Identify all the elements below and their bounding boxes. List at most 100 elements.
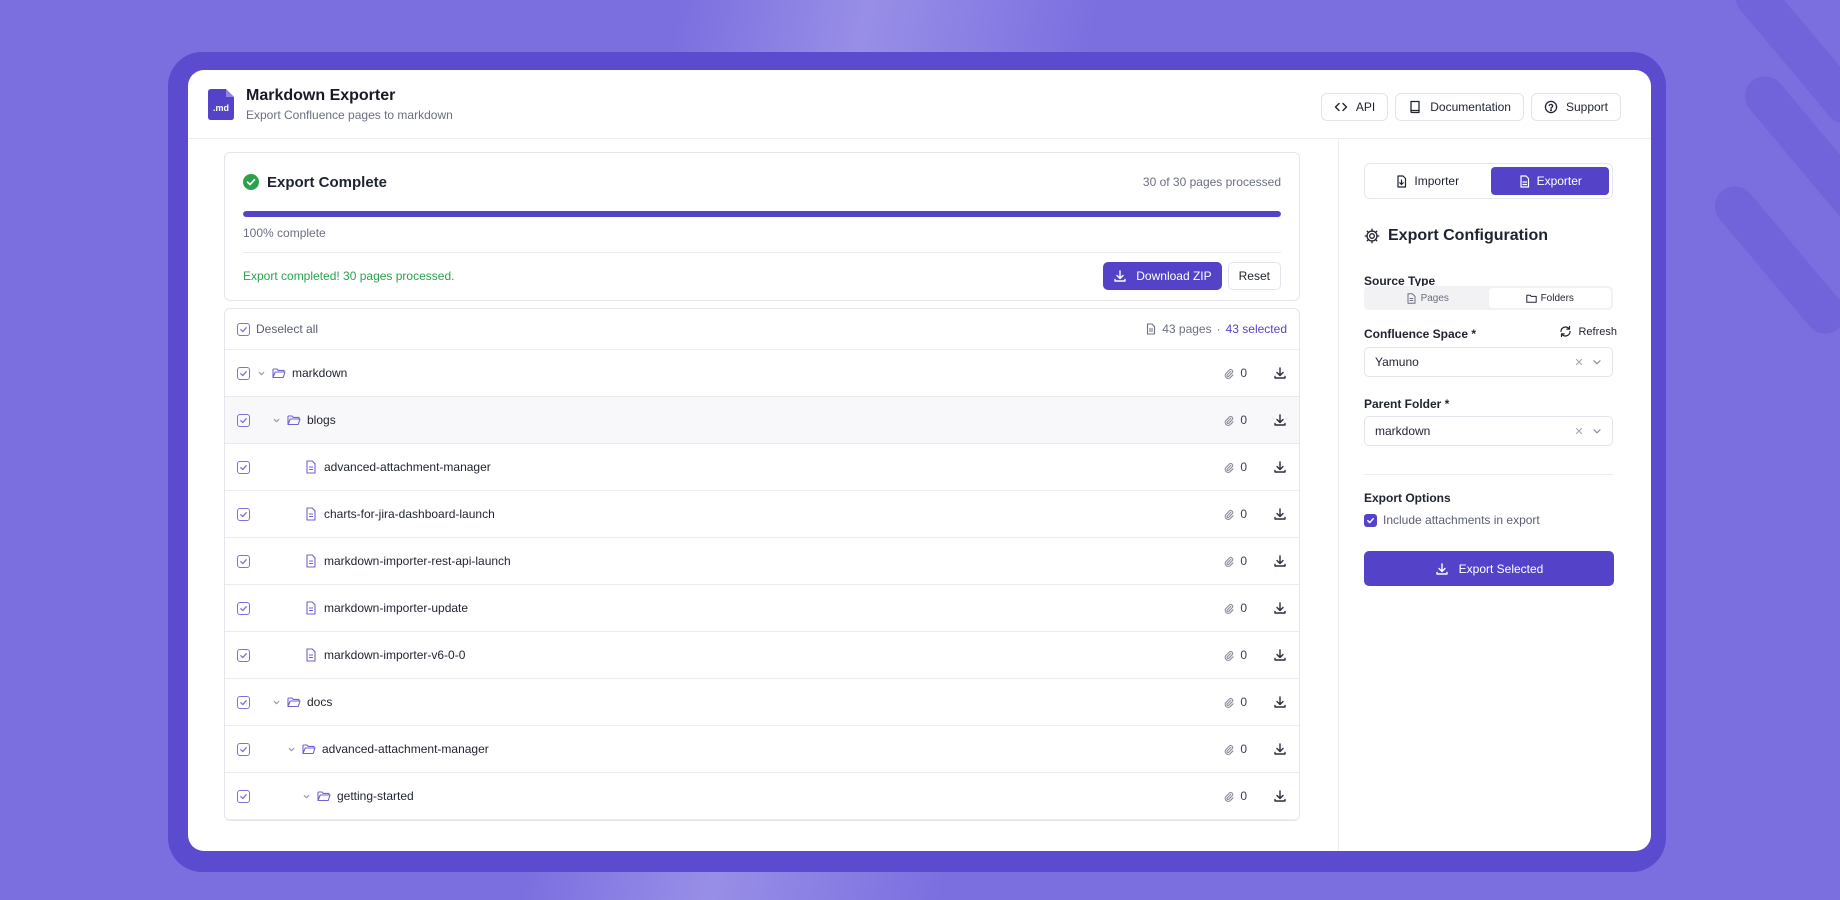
download-icon[interactable]: [1273, 366, 1287, 380]
source-type-toggle: Pages Folders: [1364, 286, 1613, 310]
tree-row-page[interactable]: markdown-importer-update 0: [225, 585, 1299, 632]
deselect-all-checkbox[interactable]: [237, 322, 250, 336]
row-download-button[interactable]: [1253, 366, 1287, 380]
download-icon[interactable]: [1273, 789, 1287, 803]
chevron-down-icon[interactable]: [1592, 426, 1602, 436]
expand-toggle[interactable]: [286, 744, 296, 754]
check-icon: [240, 370, 247, 376]
expand-toggle[interactable]: [271, 415, 281, 425]
tree-row-page[interactable]: markdown-importer-rest-api-launch 0: [225, 538, 1299, 585]
attachment-count: 0: [1240, 507, 1247, 521]
deselect-all-label[interactable]: Deselect all: [256, 322, 318, 336]
tree-row-page[interactable]: charts-for-jira-dashboard-launch 0: [225, 491, 1299, 538]
tree-row-folder[interactable]: blogs 0: [225, 397, 1299, 444]
tree-row-page[interactable]: markdown-importer-v6-0-0 0: [225, 632, 1299, 679]
row-checkbox[interactable]: [237, 507, 250, 521]
include-attachments-option[interactable]: Include attachments in export: [1364, 513, 1540, 527]
support-button[interactable]: Support: [1530, 93, 1621, 121]
download-icon[interactable]: [1273, 648, 1287, 662]
clear-icon[interactable]: [1574, 357, 1584, 367]
download-icon[interactable]: [1273, 507, 1287, 521]
download-icon[interactable]: [1273, 460, 1287, 474]
include-attachments-checkbox[interactable]: [1364, 513, 1377, 527]
tree-row-folder[interactable]: docs 0: [225, 679, 1299, 726]
check-icon: [240, 699, 247, 705]
paperclip-icon: [1225, 509, 1234, 520]
download-icon[interactable]: [1273, 413, 1287, 427]
attachment-count: 0: [1240, 554, 1247, 568]
row-checkbox[interactable]: [237, 648, 250, 662]
tree-row-folder[interactable]: getting-started 0: [225, 773, 1299, 820]
row-checkbox[interactable]: [237, 366, 250, 380]
documentation-button[interactable]: Documentation: [1395, 93, 1524, 121]
folder-open-icon: [272, 368, 286, 379]
download-zip-button[interactable]: Download ZIP: [1103, 262, 1222, 290]
paperclip-icon: [1225, 697, 1234, 708]
tree-row-page[interactable]: advanced-attachment-manager 0: [225, 444, 1299, 491]
expand-toggle[interactable]: [271, 697, 281, 707]
row-download-button[interactable]: [1253, 789, 1287, 803]
tab-exporter[interactable]: Exporter: [1490, 167, 1609, 195]
check-icon: [240, 746, 247, 752]
parent-folder-select[interactable]: markdown: [1364, 416, 1613, 446]
row-label: advanced-attachment-manager: [324, 460, 491, 474]
chevron-down-icon[interactable]: [302, 792, 311, 801]
progress-bar: [243, 211, 1281, 217]
row-checkbox[interactable]: [237, 460, 250, 474]
row-download-button[interactable]: [1253, 742, 1287, 756]
download-zip-label: Download ZIP: [1136, 269, 1212, 283]
check-icon: [240, 652, 247, 658]
row-download-button[interactable]: [1253, 507, 1287, 521]
check-icon: [240, 417, 247, 423]
row-checkbox[interactable]: [237, 554, 250, 568]
page-tree: Deselect all 43 pages · 43 selected mark…: [224, 308, 1300, 821]
row-checkbox[interactable]: [237, 742, 250, 756]
attachment-count: 0: [1240, 460, 1247, 474]
chevron-down-icon[interactable]: [272, 416, 281, 425]
tab-importer[interactable]: Importer: [1368, 167, 1487, 195]
row-checkbox[interactable]: [237, 601, 250, 615]
page-icon-wrap: [304, 507, 318, 521]
check-icon: [240, 464, 247, 470]
download-icon[interactable]: [1273, 742, 1287, 756]
confluence-space-select[interactable]: Yamuno: [1364, 347, 1613, 377]
refresh-button[interactable]: Refresh: [1559, 325, 1617, 338]
document-icon: [306, 601, 316, 615]
chevron-down-icon[interactable]: [1592, 357, 1602, 367]
chevron-down-icon[interactable]: [272, 698, 281, 707]
chevron-down-icon[interactable]: [287, 745, 296, 754]
export-selected-button[interactable]: Export Selected: [1364, 551, 1614, 586]
download-icon[interactable]: [1273, 695, 1287, 709]
source-type-pages[interactable]: Pages: [1366, 288, 1489, 308]
row-checkbox[interactable]: [237, 789, 250, 803]
source-type-folders[interactable]: Folders: [1488, 288, 1611, 308]
code-icon: [1334, 102, 1348, 112]
row-actions: 0: [1223, 789, 1287, 803]
row-actions: 0: [1223, 742, 1287, 756]
row-download-button[interactable]: [1253, 554, 1287, 568]
tab-exporter-label: Exporter: [1536, 174, 1582, 188]
row-checkbox[interactable]: [237, 413, 250, 427]
refresh-icon: [1560, 325, 1572, 338]
row-download-button[interactable]: [1253, 601, 1287, 615]
folder-icon-wrap: [287, 413, 301, 427]
download-icon[interactable]: [1273, 601, 1287, 615]
row-checkbox[interactable]: [237, 695, 250, 709]
tree-row-folder[interactable]: advanced-attachment-manager 0: [225, 726, 1299, 773]
row-download-button[interactable]: [1253, 648, 1287, 662]
row-download-button[interactable]: [1253, 695, 1287, 709]
expand-toggle[interactable]: [301, 791, 311, 801]
clear-icon[interactable]: [1574, 426, 1584, 436]
reset-button[interactable]: Reset: [1227, 262, 1281, 290]
row-download-button[interactable]: [1253, 413, 1287, 427]
row-download-button[interactable]: [1253, 460, 1287, 474]
parent-folder-value: markdown: [1375, 424, 1431, 438]
page-icon-wrap: [304, 601, 318, 615]
chevron-down-icon[interactable]: [257, 369, 266, 378]
tree-row-folder[interactable]: markdown 0: [225, 350, 1299, 397]
folder-icon-wrap: [302, 742, 316, 756]
download-icon[interactable]: [1273, 554, 1287, 568]
expand-toggle[interactable]: [256, 368, 266, 378]
row-label: markdown: [292, 366, 348, 380]
api-button[interactable]: API: [1320, 93, 1389, 121]
